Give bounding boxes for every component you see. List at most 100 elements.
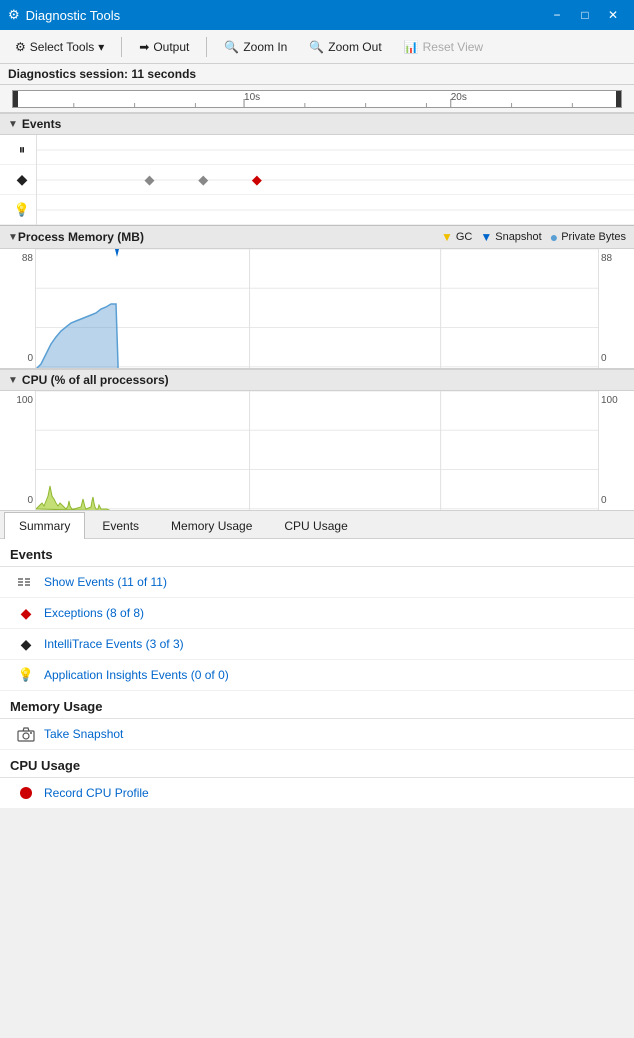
lightbulb-icon-cell: 💡 <box>8 202 36 218</box>
exception-diamond-icon: ◆ <box>21 605 32 622</box>
record-cpu-link[interactable]: Record CPU Profile <box>44 786 149 800</box>
memory-y-bottom-left: 0 <box>2 353 33 364</box>
app-insights-icon: 💡 <box>16 665 36 685</box>
summary-item-app-insights[interactable]: 💡 Application Insights Events (0 of 0) <box>0 660 634 691</box>
exceptions-link[interactable]: Exceptions (8 of 8) <box>44 606 144 620</box>
pause-events-svg <box>37 135 634 165</box>
select-tools-button[interactable]: ⚙ Select Tools ▾ <box>6 36 113 58</box>
cpu-section-header[interactable]: ▼ CPU (% of all processors) <box>0 369 634 391</box>
toolbar: ⚙ Select Tools ▾ ➡ Output 🔍 Zoom In 🔍 Zo… <box>0 30 634 64</box>
memory-collapse-icon: ▼ <box>8 232 18 243</box>
events-panel: ▼ Events ⏸ ◆ <box>0 113 634 225</box>
cpu-area-path <box>36 486 111 510</box>
title-bar-controls: − □ ✕ <box>544 5 626 25</box>
show-events-link[interactable]: Show Events (11 of 11) <box>44 575 167 589</box>
zoom-in-icon: 🔍 <box>224 40 239 54</box>
show-events-icon <box>16 572 36 592</box>
summary-content: Events Show Events (11 of 11) ◆ Exceptio… <box>0 539 634 809</box>
cpu-y-bottom-right: 0 <box>601 495 632 506</box>
ruler-track[interactable]: 10s 20s <box>12 90 622 108</box>
insights-events-canvas[interactable] <box>36 195 634 225</box>
app-insights-link[interactable]: Application Insights Events (0 of 0) <box>44 668 229 682</box>
output-button[interactable]: ➡ Output <box>130 36 198 58</box>
bottom-tabs: Summary Events Memory Usage CPU Usage <box>0 511 634 539</box>
cpu-section-title: CPU (% of all processors) <box>22 373 169 387</box>
memory-chart-main[interactable] <box>36 249 598 368</box>
minimize-button[interactable]: − <box>544 5 570 25</box>
summary-cpu-title: CPU Usage <box>0 750 634 778</box>
tab-cpu-usage[interactable]: CPU Usage <box>269 512 362 539</box>
close-button[interactable]: ✕ <box>600 5 626 25</box>
record-svg-icon <box>17 785 35 801</box>
memory-section-header[interactable]: ▼ Process Memory (MB) ▼ GC ▼ Snapshot ● … <box>0 225 634 249</box>
tab-memory-usage[interactable]: Memory Usage <box>156 512 267 539</box>
summary-item-take-snapshot[interactable]: Take Snapshot <box>0 719 634 750</box>
tab-memory-usage-label: Memory Usage <box>171 519 252 533</box>
app-icon: ⚙ <box>8 7 20 23</box>
reset-view-button[interactable]: 📊 Reset View <box>395 36 492 58</box>
show-events-svg-icon <box>17 575 35 589</box>
legend-private-bytes: ● Private Bytes <box>550 229 626 245</box>
zoom-out-icon: 🔍 <box>309 40 324 54</box>
insights-events-svg <box>37 195 634 225</box>
timeline-ruler: 10s 20s <box>0 85 634 113</box>
cpu-collapse-icon: ▼ <box>8 375 18 386</box>
output-label: Output <box>153 40 189 54</box>
pause-icon: ⏸ <box>19 142 26 158</box>
snapshot-marker <box>115 249 119 257</box>
app-insights-lightbulb-icon: 💡 <box>18 667 34 683</box>
diamond-icon: ◆ <box>17 171 28 188</box>
events-row-insights: 💡 <box>0 195 634 225</box>
record-icon <box>16 783 36 803</box>
title-bar: ⚙ Diagnostic Tools − □ ✕ <box>0 0 634 30</box>
toolbar-separator-1 <box>121 37 122 57</box>
summary-item-intellitrace[interactable]: ◆ IntelliTrace Events (3 of 3) <box>0 629 634 660</box>
diamond-icon-cell: ◆ <box>8 171 36 188</box>
camera-icon <box>16 724 36 744</box>
events-row-diamonds: ◆ ◆ ◆ ◆ <box>0 165 634 195</box>
events-section-header[interactable]: ▼ Events <box>0 113 634 135</box>
session-bar: Diagnostics session: 11 seconds <box>0 64 634 85</box>
session-label: Diagnostics session: 11 seconds <box>8 67 196 81</box>
zoom-in-button[interactable]: 🔍 Zoom In <box>215 36 296 58</box>
cpu-y-top-left: 100 <box>2 395 33 406</box>
memory-chart-svg <box>36 249 598 368</box>
tab-events[interactable]: Events <box>87 512 154 539</box>
zoom-in-label: Zoom In <box>243 40 287 54</box>
summary-events-title: Events <box>0 539 634 567</box>
diamond-marker-3: ◆ <box>252 172 262 188</box>
cpu-chart-main[interactable] <box>36 391 598 510</box>
cpu-panel: ▼ CPU (% of all processors) 100 0 100 <box>0 369 634 511</box>
snapshot-label: Snapshot <box>495 231 541 243</box>
title-bar-left: ⚙ Diagnostic Tools <box>8 7 120 23</box>
memory-legend: ▼ GC ▼ Snapshot ● Private Bytes <box>441 229 626 245</box>
summary-item-show-events[interactable]: Show Events (11 of 11) <box>0 567 634 598</box>
zoom-out-button[interactable]: 🔍 Zoom Out <box>300 36 390 58</box>
diamond-events-canvas[interactable]: ◆ ◆ ◆ <box>36 165 634 195</box>
tab-summary-label: Summary <box>19 519 70 533</box>
summary-item-record-cpu[interactable]: Record CPU Profile <box>0 778 634 809</box>
events-rows: ⏸ ◆ ◆ ◆ ◆ <box>0 135 634 225</box>
memory-panel: ▼ Process Memory (MB) ▼ GC ▼ Snapshot ● … <box>0 225 634 369</box>
app-title: Diagnostic Tools <box>26 8 120 23</box>
intellitrace-diamond-icon: ◆ <box>21 636 32 653</box>
maximize-button[interactable]: □ <box>572 5 598 25</box>
events-section-title: Events <box>22 117 61 131</box>
lightbulb-icon: 💡 <box>14 202 30 218</box>
take-snapshot-link[interactable]: Take Snapshot <box>44 727 123 741</box>
intellitrace-link[interactable]: IntelliTrace Events (3 of 3) <box>44 637 184 651</box>
memory-y-axis-right: 88 0 <box>598 249 634 368</box>
legend-gc: ▼ GC <box>441 230 472 244</box>
tab-summary[interactable]: Summary <box>4 512 85 539</box>
summary-item-exceptions[interactable]: ◆ Exceptions (8 of 8) <box>0 598 634 629</box>
zoom-out-label: Zoom Out <box>328 40 381 54</box>
dropdown-arrow-icon: ▾ <box>98 40 104 54</box>
cpu-chart-svg <box>36 391 598 510</box>
legend-snapshot: ▼ Snapshot <box>480 230 541 244</box>
reset-view-icon: 📊 <box>404 40 419 54</box>
memory-chart-container: 88 0 88 0 <box>0 249 634 369</box>
diamond-marker-1: ◆ <box>144 172 154 188</box>
diamond-events-svg <box>37 165 634 195</box>
events-collapse-icon: ▼ <box>8 119 18 130</box>
pause-events-canvas[interactable] <box>36 135 634 165</box>
